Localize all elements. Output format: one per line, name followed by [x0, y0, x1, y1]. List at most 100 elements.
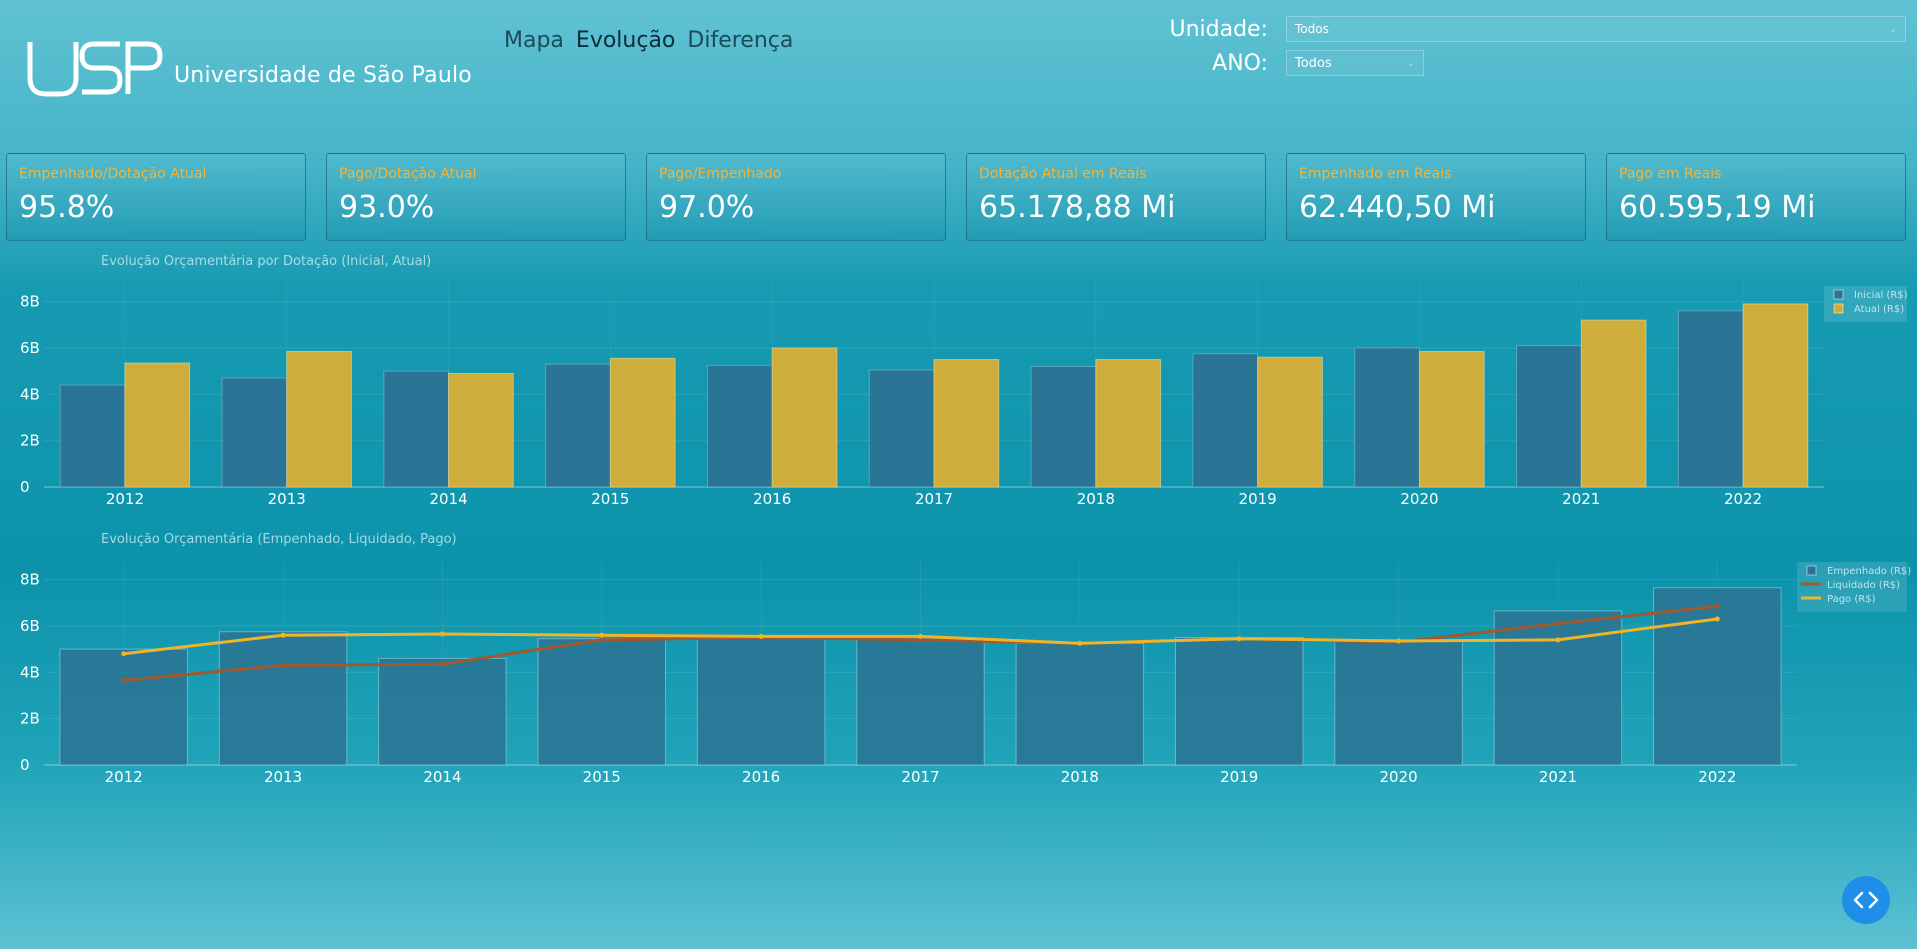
- unidade-label: Unidade:: [1169, 16, 1268, 42]
- y-tick-label: 8B: [20, 293, 40, 311]
- kpi-card: Pago em Reais 60.595,19 Mi: [1606, 153, 1906, 241]
- bar-inicial: [1516, 345, 1582, 488]
- bar-empenhado: [537, 638, 667, 766]
- execucao-combo-chart: 0 2B 4B 6B 8B 2012 2013 2014 2015 2016 2017 2018 201…: [20, 558, 1911, 786]
- tab-diferenca[interactable]: Diferença: [687, 28, 793, 53]
- point-pago: [918, 633, 923, 639]
- bar-atual: [1095, 359, 1162, 488]
- y-tick-label: 4B: [20, 663, 40, 681]
- bar-inicial: [545, 363, 611, 488]
- point-pago: [758, 633, 764, 639]
- unidade-value: Todos: [1295, 22, 1329, 36]
- y-tick-label: 6B: [20, 617, 40, 635]
- x-tick-label: 2018: [1061, 768, 1099, 786]
- x-tick-label: 2012: [105, 768, 143, 786]
- x-tick-label: 2012: [106, 490, 144, 508]
- bar-inicial: [221, 377, 288, 488]
- legend-label: Inicial (R$): [1854, 290, 1908, 301]
- point-liquidado: [1714, 603, 1720, 609]
- legend-swatch: [1833, 303, 1844, 314]
- kpi-label: Pago/Empenhado: [659, 166, 782, 182]
- bar-empenhado: [1653, 587, 1782, 766]
- x-tick-label: 2015: [583, 768, 621, 786]
- bar-inicial: [706, 364, 773, 488]
- y-tick-label: 2B: [20, 710, 40, 728]
- kpi-value: 60.595,19 Mi: [1619, 190, 1816, 225]
- y-tick-label: 2B: [20, 432, 40, 450]
- bar-atual: [286, 350, 352, 488]
- ano-select[interactable]: Todos ⌄: [1286, 50, 1424, 76]
- kpi-label: Empenhado/Dotação Atual: [19, 166, 207, 182]
- bar-atual: [1580, 319, 1647, 488]
- kpi-label: Pago/Dotação Atual: [339, 166, 477, 182]
- tab-mapa[interactable]: Mapa: [504, 28, 564, 53]
- point-pago: [1077, 640, 1083, 646]
- x-tick-label: 2019: [1239, 490, 1277, 508]
- x-tick-label: 2015: [591, 490, 629, 508]
- code-toggle-button[interactable]: [1842, 876, 1890, 924]
- point-pago: [599, 632, 605, 638]
- bar-atual: [448, 372, 514, 488]
- kpi-value: 95.8%: [19, 190, 115, 225]
- x-tick-label: 2021: [1539, 768, 1577, 786]
- bar-atual: [933, 359, 1000, 488]
- x-tick-label: 2013: [264, 768, 302, 786]
- x-tick-label: 2021: [1562, 490, 1600, 508]
- ano-label: ANO:: [1212, 50, 1268, 76]
- point-pago: [439, 631, 445, 637]
- x-tick-label: 2017: [901, 768, 939, 786]
- y-tick-label: 8B: [20, 571, 40, 589]
- legend-swatch: [1833, 289, 1844, 300]
- unidade-select[interactable]: Todos ⌄: [1286, 16, 1906, 42]
- tab-evolucao[interactable]: Evolução: [576, 28, 675, 53]
- kpi-label: Pago em Reais: [1619, 166, 1722, 182]
- dotacao-bar-chart: 0 2B 4B 6B 8B 2012 2013 2014 2015 2016 2017 2018 201…: [20, 280, 1908, 508]
- kpi-card: Empenhado em Reais 62.440,50 Mi: [1286, 153, 1586, 241]
- kpi-label: Dotação Atual em Reais: [979, 166, 1147, 182]
- x-tick-label: 2014: [429, 490, 467, 508]
- y-tick-label: 4B: [20, 385, 40, 403]
- chart1-title: Evolução Orçamentária por Dotação (Inici…: [101, 254, 432, 269]
- kpi-card: Dotação Atual em Reais 65.178,88 Mi: [966, 153, 1266, 241]
- legend-label: Empenhado (R$): [1827, 566, 1911, 577]
- bar-atual: [124, 362, 191, 488]
- usp-logo[interactable]: Universidade de São Paulo: [24, 38, 472, 98]
- kpi-value: 62.440,50 Mi: [1299, 190, 1496, 225]
- bar-inicial: [1354, 347, 1420, 488]
- bar-empenhado: [856, 638, 985, 766]
- point-pago: [280, 632, 286, 638]
- x-tick-label: 2017: [915, 490, 953, 508]
- x-tick-label: 2016: [742, 768, 780, 786]
- y-tick-label: 6B: [20, 339, 40, 357]
- kpi-value: 93.0%: [339, 190, 435, 225]
- kpi-card: Empenhado/Dotação Atual 95.8%: [6, 153, 306, 241]
- kpi-card: Pago/Dotação Atual 93.0%: [326, 153, 626, 241]
- bar-empenhado: [378, 657, 507, 766]
- point-liquidado: [280, 662, 286, 668]
- bar-inicial: [383, 370, 450, 488]
- usp-logo-icon: [27, 41, 163, 97]
- x-tick-label: 2014: [423, 768, 461, 786]
- filters-panel: Unidade: Todos ⌄ ANO: Todos ⌄: [1150, 16, 1906, 84]
- point-pago: [1396, 638, 1402, 644]
- bar-empenhado: [59, 648, 188, 766]
- x-tick-label: 2018: [1077, 490, 1115, 508]
- point-pago: [1236, 636, 1242, 642]
- bar-atual: [1257, 356, 1323, 488]
- y-tick-label: 0: [20, 478, 30, 496]
- x-tick-label: 2019: [1220, 768, 1258, 786]
- legend-label: Liquidado (R$): [1827, 580, 1900, 591]
- point-pago: [1714, 616, 1720, 622]
- point-liquidado: [121, 677, 127, 683]
- bar-inicial: [1030, 365, 1097, 488]
- point-liquidado: [599, 637, 605, 643]
- legend-label: Atual (R$): [1854, 304, 1904, 315]
- bar-inicial: [1192, 353, 1259, 488]
- point-pago: [1555, 637, 1561, 643]
- chevron-down-icon: ⌄: [1888, 23, 1897, 35]
- bar-empenhado: [1334, 639, 1463, 766]
- point-liquidado: [439, 661, 445, 667]
- code-icon: [1853, 891, 1879, 909]
- ano-value: Todos: [1295, 55, 1332, 71]
- x-tick-label: 2022: [1698, 768, 1736, 786]
